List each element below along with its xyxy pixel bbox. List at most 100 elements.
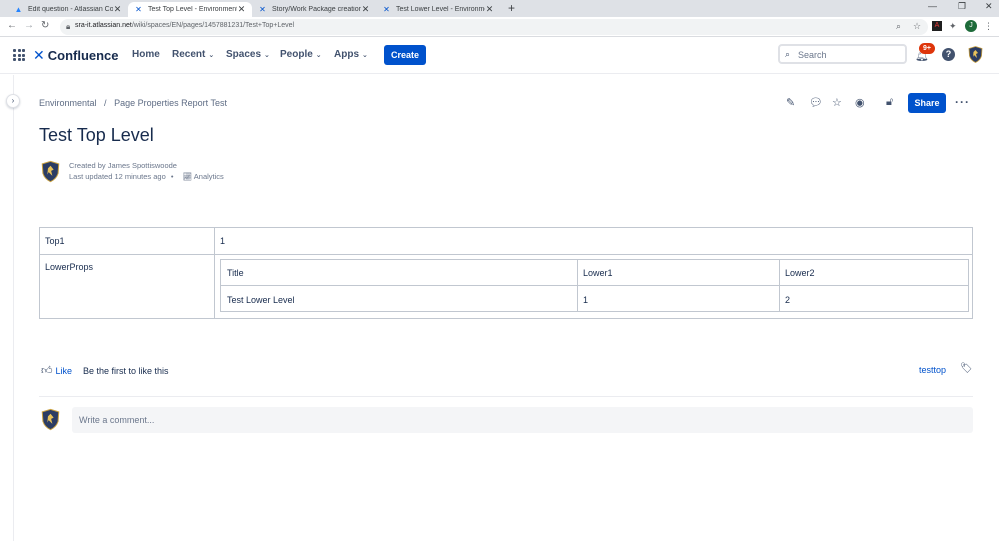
column-divider — [214, 228, 215, 318]
watch-eye-icon[interactable]: ◉ — [855, 96, 865, 109]
tab-label: Edit question - Atlassian Commu... — [28, 6, 113, 13]
browser-tab-2[interactable]: ✕ Test Top Level - Environmental - ... ✕ — [128, 2, 252, 17]
extensions-puzzle-icon[interactable]: ✦ — [949, 21, 957, 32]
edit-labels-tag-icon[interactable]: 🏷︎ — [960, 363, 973, 374]
analytics-chart-icon: 📈︎ — [182, 172, 193, 181]
share-button[interactable]: Share — [908, 93, 946, 113]
search-input[interactable] — [798, 48, 903, 61]
tab-label: Test Lower Level - Environmenta... — [396, 6, 485, 13]
close-icon[interactable]: ✕ — [485, 4, 494, 15]
column-divider — [577, 260, 578, 311]
nav-recent[interactable]: Recent ⌄ — [172, 49, 214, 60]
nav-spaces[interactable]: Spaces ⌄ — [226, 49, 270, 60]
create-button[interactable]: Create — [384, 45, 426, 65]
expand-sidebar-chevron-icon[interactable]: › — [6, 94, 20, 108]
chevron-down-icon: ⌄ — [264, 52, 270, 59]
chrome-menu-icon[interactable]: ⋮ — [984, 21, 993, 32]
lock-icon: 🔒︎ — [66, 22, 71, 31]
thumbs-up-icon: 👍︎ — [41, 365, 53, 377]
confluence-logo[interactable]: ✕ Confluence — [33, 47, 119, 64]
new-tab-icon[interactable]: + — [508, 1, 515, 15]
restrictions-lock-icon[interactable]: 🔓︎ — [886, 96, 893, 109]
browser-tab-4[interactable]: ✕ Test Lower Level - Environmenta... ✕ — [376, 2, 500, 17]
table-row — [40, 228, 972, 255]
atlassian-icon: ▲ — [14, 5, 23, 14]
confluence-icon: ✕ — [259, 5, 266, 14]
url-text: sra-it.atlassian.net/wiki/spaces/EN/page… — [75, 22, 295, 29]
column-divider — [779, 260, 780, 311]
forward-icon[interactable]: → — [24, 20, 34, 31]
search-icon: ⌕ — [785, 49, 791, 59]
nav-home[interactable]: Home — [132, 49, 160, 60]
browser-tab-3[interactable]: ✕ Story/Work Package creation, ev... ✕ — [252, 2, 376, 17]
product-name: Confluence — [47, 48, 119, 63]
commenter-avatar-shield-icon — [41, 408, 60, 431]
breadcrumb-separator: / — [104, 98, 107, 108]
pdf-extension-icon[interactable]: A — [932, 21, 942, 31]
close-icon[interactable]: ✕ — [113, 4, 122, 15]
label-testtop[interactable]: testtop — [919, 365, 946, 375]
confluence-icon: ✕ — [383, 5, 390, 14]
reload-icon[interactable]: ↻ — [41, 20, 49, 31]
tab-label: Test Top Level - Environmental - ... — [148, 6, 237, 13]
chevron-down-icon: ⌄ — [315, 52, 322, 59]
test-lower-level-link[interactable]: Test Lower Level — [227, 295, 295, 305]
column-header-lower2[interactable]: Lower2 — [785, 268, 815, 278]
help-icon[interactable]: ? — [942, 48, 955, 61]
bookmark-star-icon[interactable]: ☆ — [913, 21, 921, 32]
window-close-icon[interactable]: ✕ — [985, 1, 993, 12]
notifications-badge: 9+ — [919, 43, 935, 54]
column-header-lower1[interactable]: Lower1 — [583, 268, 613, 278]
search-box[interactable]: ⌕ — [778, 44, 907, 64]
chevron-down-icon: ⌄ — [208, 52, 215, 59]
property-key: LowerProps — [45, 262, 94, 272]
comment-input[interactable] — [72, 407, 973, 433]
minimize-icon[interactable]: — — [928, 1, 937, 11]
lower-props-table: Title Lower1 Lower2 Test Lower Level 1 2 — [220, 259, 969, 312]
close-icon[interactable]: ✕ — [361, 4, 370, 15]
table-cell: 2 — [785, 295, 791, 305]
divider — [39, 396, 973, 397]
star-icon[interactable]: ☆ — [832, 96, 842, 109]
byline-bullet: • — [170, 172, 174, 181]
nav-apps[interactable]: Apps ⌄ — [334, 49, 368, 60]
page-byline: Created by James Spottiswoode Last updat… — [69, 160, 224, 182]
more-actions-icon[interactable]: ··· — [955, 95, 970, 109]
zoom-icon[interactable]: ⌕ — [896, 21, 901, 32]
breadcrumb: Environmental / Page Properties Report T… — [39, 98, 227, 108]
confluence-header: ✕ Confluence Home Recent ⌄ Spaces ⌄ People… — [0, 37, 999, 74]
sidebar-collapsed — [0, 75, 14, 541]
browser-tab-1[interactable]: ▲ Edit question - Atlassian Commu... ✕ — [8, 2, 128, 17]
breadcrumb-page-properties-report-test[interactable]: Page Properties Report Test — [114, 98, 227, 108]
property-key: Top1 — [45, 236, 65, 246]
column-header-title[interactable]: Title — [227, 268, 244, 278]
chrome-profile-avatar[interactable]: J — [965, 20, 977, 32]
address-bar[interactable]: 🔒︎ sra-it.atlassian.net/wiki/spaces/EN/p… — [60, 19, 928, 35]
user-avatar-shield-icon[interactable] — [968, 46, 983, 63]
analytics-link[interactable]: 📈︎ Analytics — [183, 172, 224, 181]
property-value: 1 — [220, 236, 226, 246]
page-properties-table: Top1 1 LowerProps Title Lower1 Lower2 Te… — [39, 227, 973, 319]
like-label: Like — [55, 365, 73, 376]
confluence-icon: ✕ — [135, 5, 142, 14]
table-cell: 1 — [583, 295, 589, 305]
page-title: Test Top Level — [39, 125, 154, 145]
author-avatar-shield-icon[interactable] — [41, 160, 60, 183]
created-by: Created by James Spottiswoode — [69, 161, 177, 170]
browser-toolbar: ← → ↻ 🔒︎ sra-it.atlassian.net/wiki/space… — [0, 17, 999, 37]
like-button[interactable]: 👍︎ Like — [41, 364, 72, 377]
browser-tab-strip: ▲ Edit question - Atlassian Commu... ✕ ✕… — [0, 0, 999, 17]
tab-label: Story/Work Package creation, ev... — [272, 6, 361, 13]
confluence-logo-icon: ✕ — [33, 47, 45, 63]
breadcrumb-environmental[interactable]: Environmental — [39, 98, 97, 108]
close-icon[interactable]: ✕ — [237, 4, 246, 15]
edit-pencil-icon[interactable]: ✎ — [786, 96, 795, 109]
comment-icon[interactable]: 💬︎ — [809, 96, 823, 109]
nav-people[interactable]: People ⌄ — [280, 49, 322, 60]
last-updated[interactable]: Last updated 12 minutes ago — [69, 172, 166, 181]
app-switcher-icon[interactable] — [13, 49, 25, 61]
back-icon[interactable]: ← — [7, 20, 17, 31]
like-note: Be the first to like this — [83, 366, 169, 376]
chevron-down-icon: ⌄ — [362, 52, 368, 59]
restore-icon[interactable]: ❐ — [958, 1, 966, 12]
